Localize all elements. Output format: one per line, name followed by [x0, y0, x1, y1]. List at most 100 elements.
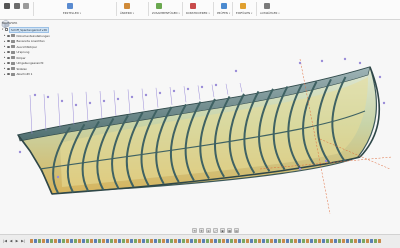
orbit-icon[interactable]: ⟲ [192, 227, 197, 233]
grid-icon[interactable]: ▦ [227, 227, 232, 233]
timeline-feature[interactable] [262, 239, 265, 243]
timeline-feature[interactable] [86, 239, 89, 243]
timeline-feature[interactable] [274, 239, 277, 243]
timeline-feature[interactable] [186, 239, 189, 243]
timeline-feature[interactable] [150, 239, 153, 243]
timeline-feature[interactable] [194, 239, 197, 243]
timeline-feature[interactable] [242, 239, 245, 243]
toolbar-menu-4[interactable]: KONSTRUIEREN▾ [186, 12, 210, 15]
timeline-feature[interactable] [378, 239, 381, 243]
timeline-control-2[interactable]: ◀ [9, 239, 13, 243]
toolbar-menu-2[interactable]: ÄNDERN▾ [120, 12, 134, 15]
timeline-feature[interactable] [298, 239, 301, 243]
timeline-feature[interactable] [158, 239, 161, 243]
timeline-feature[interactable] [58, 239, 61, 243]
browser-root-component[interactable]: ▾ Schiff_Spantengerüst v26 [2, 26, 49, 33]
browser-item[interactable]: ▸ Dokumenteinstellungen [4, 33, 50, 38]
pan-icon[interactable]: ✥ [199, 227, 204, 233]
timeline-feature[interactable] [226, 239, 229, 243]
timeline-feature[interactable] [278, 239, 281, 243]
timeline-feature[interactable] [34, 239, 37, 243]
timeline-feature[interactable] [110, 239, 113, 243]
timeline-feature[interactable] [198, 239, 201, 243]
timeline-feature[interactable] [102, 239, 105, 243]
fit-icon[interactable]: ⤢ [213, 227, 218, 233]
timeline-feature[interactable] [174, 239, 177, 243]
timeline-feature[interactable] [166, 239, 169, 243]
toolbar-menu-icon[interactable] [221, 3, 227, 9]
timeline-feature[interactable] [290, 239, 293, 243]
timeline-feature[interactable] [66, 239, 69, 243]
timeline-feature[interactable] [354, 239, 357, 243]
timeline-feature[interactable] [266, 239, 269, 243]
timeline-feature[interactable] [134, 239, 137, 243]
timeline-feature[interactable] [130, 239, 133, 243]
toolbar-menu-icon[interactable] [67, 3, 73, 9]
toolbar-menu-1[interactable]: ERSTELLEN▾ [63, 12, 81, 15]
timeline-feature[interactable] [162, 239, 165, 243]
timeline-feature[interactable] [370, 239, 373, 243]
timeline-feature[interactable] [54, 239, 57, 243]
toolbar-menu-6[interactable]: EINFÜGEN▾ [236, 12, 252, 15]
visibility-icon[interactable] [7, 34, 10, 37]
toolbar-menu-icon[interactable] [156, 3, 162, 9]
timeline-feature[interactable] [114, 239, 117, 243]
timeline-feature[interactable] [42, 239, 45, 243]
toolbar-menu-icon[interactable] [190, 3, 196, 9]
timeline-feature[interactable] [346, 239, 349, 243]
timeline-feature[interactable] [122, 239, 125, 243]
timeline-feature[interactable] [218, 239, 221, 243]
timeline-feature[interactable] [70, 239, 73, 243]
browser-item[interactable]: ▸ Abschnitt 1 [4, 72, 32, 77]
timeline-feature[interactable] [202, 239, 205, 243]
visibility-icon[interactable] [7, 51, 10, 53]
timeline-feature[interactable] [46, 239, 49, 243]
timeline-feature[interactable] [126, 239, 129, 243]
toolbar-menu-5[interactable]: PRÜFEN▾ [217, 12, 230, 15]
timeline-control-1[interactable]: |◀ [3, 239, 7, 243]
timeline-feature[interactable] [154, 239, 157, 243]
timeline-feature[interactable] [94, 239, 97, 243]
toolbar-menu-3[interactable]: ZUSAMMENFÜGEN▾ [152, 12, 180, 15]
visibility-icon[interactable] [7, 40, 10, 42]
toolbar-menu-icon[interactable] [240, 3, 246, 9]
timeline-feature[interactable] [230, 239, 233, 243]
timeline-feature[interactable] [90, 239, 93, 243]
visibility-icon[interactable] [7, 67, 10, 70]
timeline-feature[interactable] [322, 239, 325, 243]
timeline-feature[interactable] [350, 239, 353, 243]
browser-item[interactable]: ▸ Körper [4, 55, 26, 60]
timeline-feature[interactable] [138, 239, 141, 243]
timeline-feature[interactable] [214, 239, 217, 243]
visibility-icon[interactable] [7, 45, 10, 48]
timeline-feature[interactable] [318, 239, 321, 243]
timeline-feature[interactable] [338, 239, 341, 243]
timeline-feature[interactable] [82, 239, 85, 243]
timeline-feature[interactable] [286, 239, 289, 243]
timeline-feature[interactable] [306, 239, 309, 243]
visibility-icon[interactable] [7, 56, 10, 59]
hull-model-canvas[interactable] [0, 19, 400, 228]
timeline-feature[interactable] [314, 239, 317, 243]
timeline-feature[interactable] [282, 239, 285, 243]
timeline-feature[interactable] [74, 239, 77, 243]
timeline-feature[interactable] [182, 239, 185, 243]
timeline-feature[interactable] [178, 239, 181, 243]
timeline-feature[interactable] [294, 239, 297, 243]
timeline-feature[interactable] [38, 239, 41, 243]
timeline-feature[interactable] [246, 239, 249, 243]
timeline-feature[interactable] [142, 239, 145, 243]
timeline-feature[interactable] [366, 239, 369, 243]
timeline-feature[interactable] [326, 239, 329, 243]
toolbar-menu-icon[interactable] [124, 3, 130, 9]
browser-item[interactable]: ▸ Ausrichtkörper [4, 44, 37, 49]
timeline-feature[interactable] [362, 239, 365, 243]
timeline-feature[interactable] [234, 239, 237, 243]
timeline-feature[interactable] [146, 239, 149, 243]
browser-item[interactable]: ▸ Benannte Ansichten [4, 39, 45, 44]
timeline-feature[interactable] [238, 239, 241, 243]
timeline-feature[interactable] [222, 239, 225, 243]
display-icon[interactable]: ▣ [220, 227, 225, 233]
timeline-feature[interactable] [118, 239, 121, 243]
timeline-feature[interactable] [98, 239, 101, 243]
